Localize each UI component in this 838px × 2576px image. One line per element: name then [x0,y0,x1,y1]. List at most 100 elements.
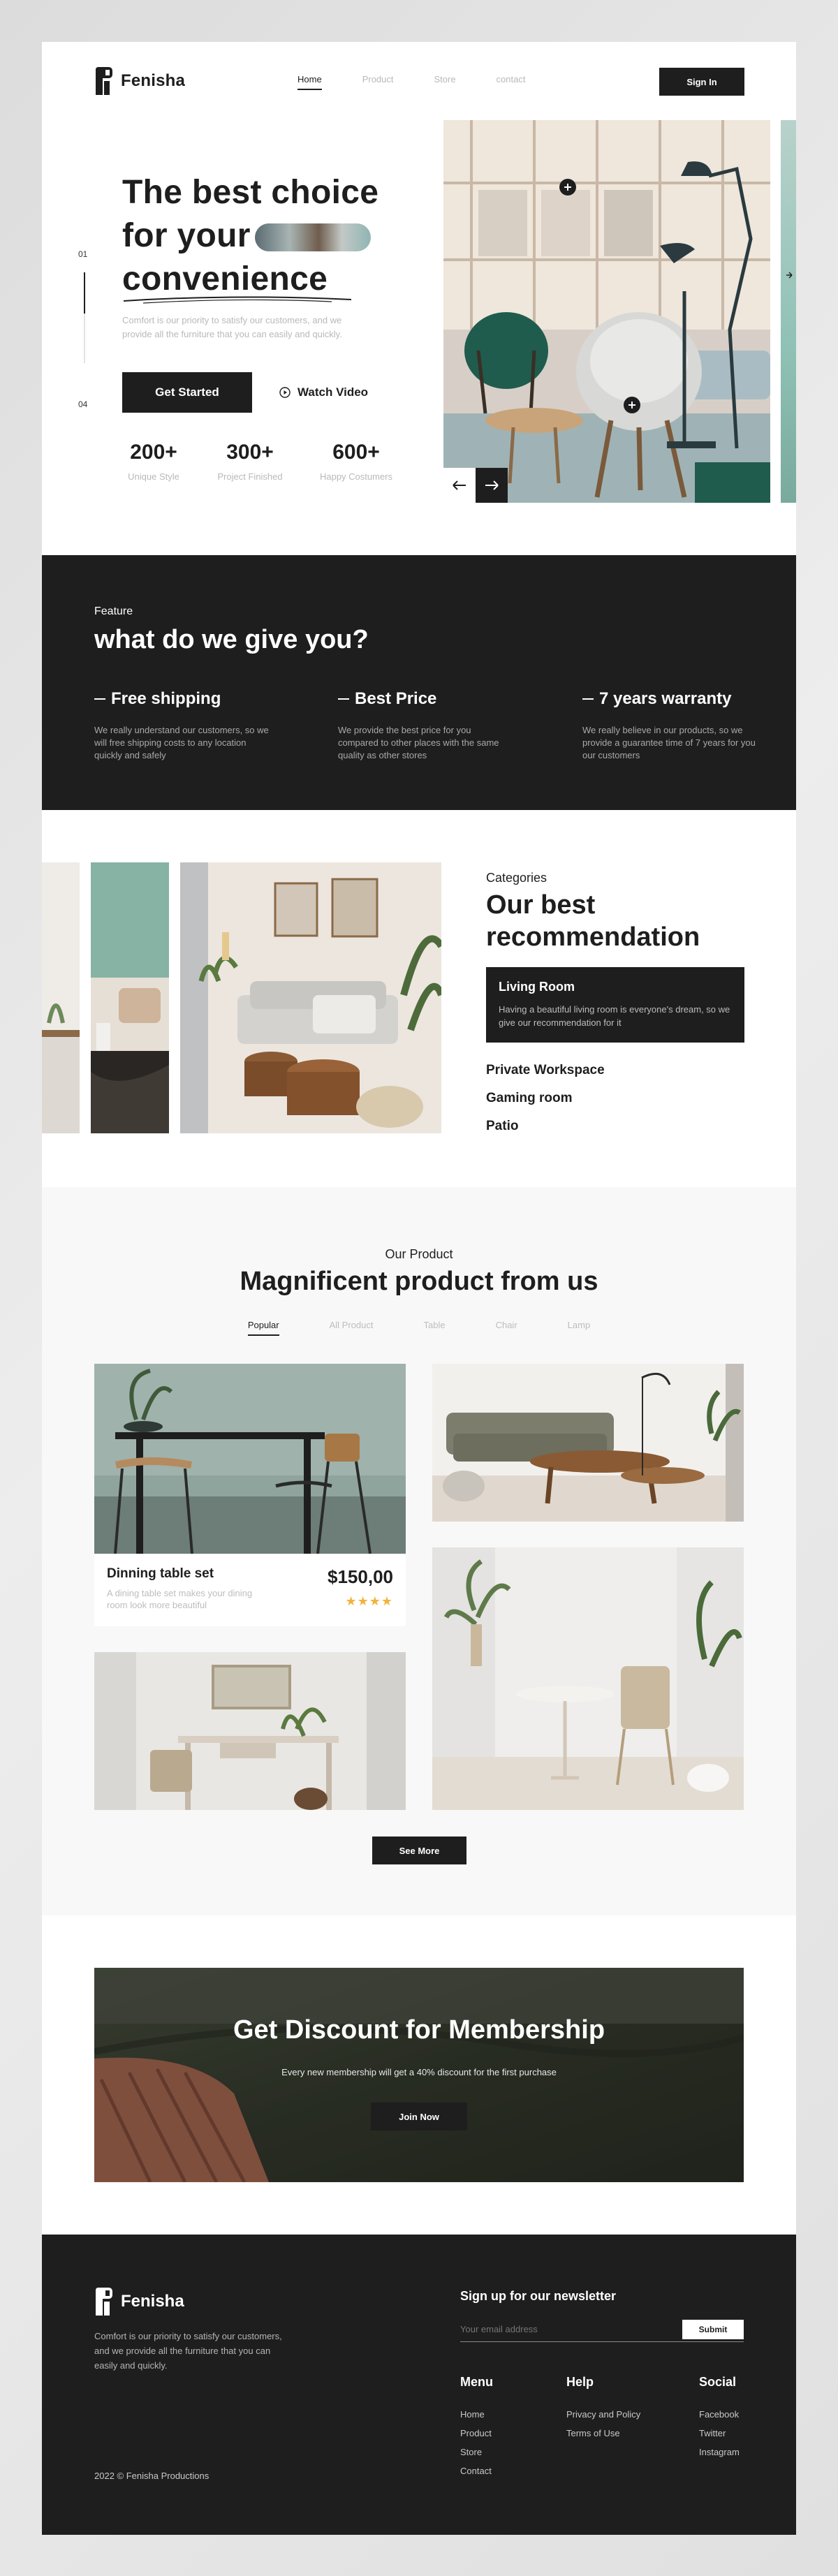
brand-logo[interactable]: Fenisha [94,67,185,95]
category-active-title: Living Room [499,980,575,994]
hero-heading-line1: The best choice [122,174,379,211]
join-now-button[interactable]: Join Now [371,2103,467,2130]
stat-label: Unique Style [128,471,179,482]
product-image-sofa[interactable] [432,1364,744,1522]
discount-title: Get Discount for Membership [233,2015,605,2045]
stat-label: Happy Costumers [319,471,393,482]
tab-chair[interactable]: Chair [496,1320,517,1330]
footer-link-contact[interactable]: Contact [460,2466,492,2476]
feature-item-title: Free shipping [94,689,269,709]
category-gaming-room[interactable]: Gaming room [486,1091,573,1106]
nav-contact[interactable]: contact [497,74,526,84]
footer-logo[interactable]: Fenisha [94,2288,184,2316]
stat-unique-style: 200+ Unique Style [122,441,185,482]
play-icon [279,387,291,398]
product-tabs: Popular All Product Table Chair Lamp [42,1320,796,1336]
product-image-dining-table[interactable] [94,1364,406,1554]
categories-title: Our best recommendation [486,890,700,952]
feature-item-text: We really believe in our products, so we… [582,725,756,760]
category-image-living-room[interactable] [180,862,441,1133]
hero-description: Comfort is our priority to satisfy our c… [122,315,342,339]
footer-social-title: Social [699,2375,737,2389]
stat-happy-customers: 600+ Happy Costumers [318,441,395,482]
footer-help-title: Help [566,2375,594,2389]
stat-number: 600+ [332,441,380,464]
slide-progress-bar [84,272,85,363]
feature-tag: Feature [94,605,133,617]
get-started-button[interactable]: Get Started [122,372,252,413]
see-more-button[interactable]: See More [372,1837,466,1864]
stat-label: Project Finished [217,471,283,482]
discount-text: Every new membership will get a 40% disc… [281,2067,557,2077]
feature-item-text: We provide the best price for you compar… [338,725,499,760]
feature-section: Feature what do we give you? Free shippi… [42,555,796,810]
feature-item-title: Best Price [338,689,513,709]
footer-link-instagram[interactable]: Instagram [699,2447,740,2457]
feature-warranty: 7 years warranty We really believe in our… [582,689,757,762]
copyright: 2022 © Fenisha Productions [94,2471,210,2481]
hero-heading: The best choice for your convenience [122,171,379,304]
brand-name: Fenisha [121,71,186,90]
logo-icon [96,2288,112,2316]
footer-link-terms[interactable]: Terms of Use [566,2428,620,2438]
category-patio[interactable]: Patio [486,1119,518,1134]
landing-page: Fenisha Home Product Store contact Sign … [42,42,796,2535]
nav-store[interactable]: Store [434,74,456,84]
footer-link-product[interactable]: Product [460,2428,492,2438]
hero-image-pill [254,223,371,252]
rating-stars-icon: ★★★★ [345,1594,393,1608]
newsletter-title: Sign up for our newsletter [460,2289,617,2303]
footer-description: Comfort is our priority to satisfy our c… [94,2331,282,2371]
watch-video-button[interactable]: Watch Video [279,385,368,399]
next-slide-preview[interactable] [781,120,796,503]
newsletter-form: Submit [460,2318,744,2342]
footer-link-store[interactable]: Store [460,2447,482,2457]
stat-projects: 300+ Project Finished [215,441,285,482]
nav-home[interactable]: Home [297,74,322,90]
footer-menu-title: Menu [460,2375,493,2389]
footer-brand-name: Fenisha [121,2292,184,2311]
stat-number: 200+ [130,441,177,464]
feature-item-title: 7 years warranty [582,689,757,709]
feature-best-price: Best Price We provide the best price for … [338,689,513,762]
product-description: A dining table set makes your dining roo… [107,1588,253,1610]
feature-free-shipping: Free shipping We really understand our cu… [94,689,269,762]
category-living-room[interactable]: Living Room Having a beautiful living ro… [486,967,744,1043]
hero-heading-line3: convenience [122,260,328,297]
products-title: Magnificent product from us [240,1267,598,1296]
feature-item-text: We really understand our customers, so w… [94,725,269,760]
category-private-workspace[interactable]: Private Workspace [486,1063,605,1078]
tab-table[interactable]: Table [424,1320,446,1330]
footer-link-facebook[interactable]: Facebook [699,2409,739,2420]
product-card-dining-table[interactable]: Dinning table set A dining table set mak… [94,1554,406,1626]
sign-in-button[interactable]: Sign In [659,68,744,96]
feature-title: what do we give you? [94,625,369,654]
product-image-chair[interactable] [432,1547,744,1810]
arrow-right-icon [786,272,793,279]
nav-product[interactable]: Product [362,74,394,84]
submit-button[interactable]: Submit [682,2320,744,2339]
products-tag: Our Product [385,1247,453,1261]
slide-counter-start: 01 [78,249,88,259]
tab-lamp[interactable]: Lamp [568,1320,591,1330]
footer: Fenisha Comfort is our priority to satis… [42,2235,796,2535]
tab-popular[interactable]: Popular [247,1320,279,1336]
category-image-prev[interactable] [42,862,80,1133]
tab-all-product[interactable]: All Product [330,1320,374,1330]
main-nav: Home Product Store contact [297,74,526,90]
products-section: Our Product Magnificent product from us … [42,1187,796,1915]
hero-image [443,120,770,503]
logo-icon [94,67,112,95]
footer-link-privacy[interactable]: Privacy and Policy [566,2409,640,2420]
email-input[interactable] [460,2318,670,2339]
product-image-desk[interactable] [94,1652,406,1810]
stat-number: 300+ [226,441,274,464]
footer-link-home[interactable]: Home [460,2409,485,2420]
discount-banner: Get Discount for Membership Every new me… [94,1968,744,2182]
category-active-text: Having a beautiful living room is everyo… [499,1004,730,1028]
category-image-bedroom[interactable] [91,862,169,1133]
product-price: $150,00 [328,1566,393,1587]
footer-link-twitter[interactable]: Twitter [699,2428,726,2438]
slide-counter-end: 04 [78,399,88,409]
hero-heading-line2: for your [122,217,251,254]
